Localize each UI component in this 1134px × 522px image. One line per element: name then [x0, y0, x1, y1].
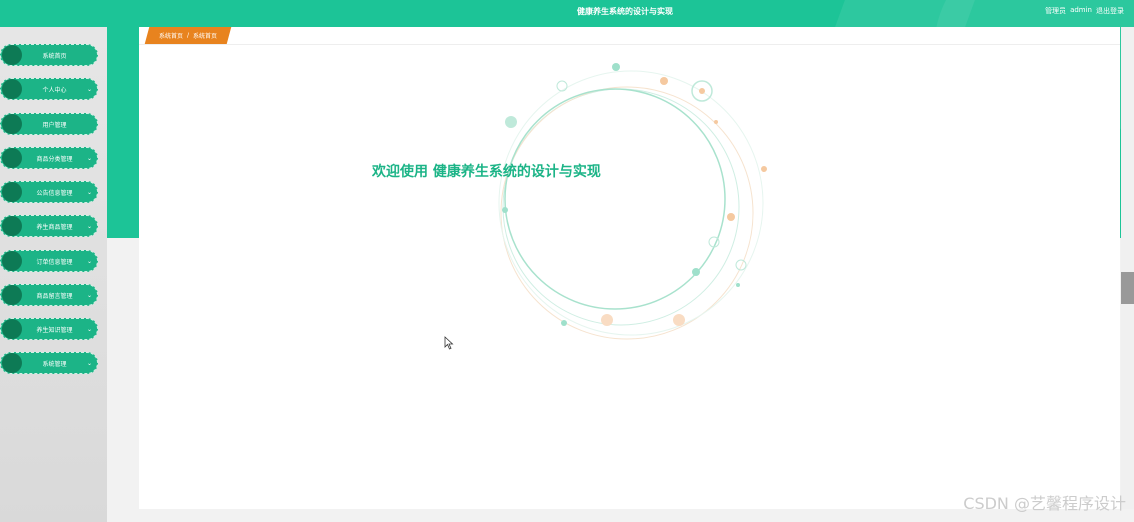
menu-dot-icon: [2, 182, 22, 202]
menu-dot-icon: [2, 45, 22, 65]
sidebar-item-home[interactable]: 系统首页: [0, 44, 98, 66]
chevron-down-icon: ⌄: [87, 257, 93, 265]
sidebar-item-knowledge-management[interactable]: 养生知识管理 ⌄: [0, 318, 98, 340]
menu-dot-icon: [2, 79, 22, 99]
user-role: 管理员: [1045, 7, 1067, 15]
header-user-area: 管理员 admin 退出登录: [1045, 6, 1124, 16]
chevron-down-icon: ⌄: [87, 291, 93, 299]
main-content: 系统首页 / 系统首页: [139, 27, 1120, 509]
sidebar-item-product-management[interactable]: 养生商品管理 ⌄: [0, 215, 98, 237]
sidebar-item-label: 商品留言管理: [36, 292, 73, 300]
sidebar-item-personal-center[interactable]: 个人中心 ⌄: [0, 78, 98, 100]
menu-dot-icon: [2, 353, 22, 373]
sidebar-item-label: 公告信息管理: [36, 189, 73, 197]
user-name: admin: [1070, 6, 1092, 14]
chevron-down-icon: ⌄: [87, 154, 93, 162]
logout-link[interactable]: 退出登录: [1096, 6, 1124, 16]
app-title: 健康养生系统的设计与实现: [577, 7, 673, 16]
welcome-text: 欢迎使用 健康养生系统的设计与实现: [372, 164, 601, 180]
sidebar-item-label: 个人中心: [42, 86, 67, 94]
welcome-decoration: [498, 63, 767, 340]
sidebar-item-notice-management[interactable]: 公告信息管理 ⌄: [0, 181, 98, 203]
sidebar-item-label: 养生知识管理: [36, 326, 73, 334]
watermark: CSDN @艺馨程序设计: [963, 494, 1126, 513]
mouse-cursor-icon: [444, 336, 454, 350]
chevron-down-icon: ⌄: [87, 325, 93, 333]
sidebar-item-label: 养生商品管理: [36, 223, 73, 231]
sidebar: 系统首页 个人中心 ⌄ 用户管理 商品分类管理 ⌄ 公告信息管理 ⌄ 养生商品管…: [0, 27, 107, 522]
menu-dot-icon: [2, 148, 22, 168]
sidebar-item-label: 系统管理: [42, 360, 67, 368]
sidebar-item-user-management[interactable]: 用户管理: [0, 113, 98, 135]
chevron-down-icon: ⌄: [87, 222, 93, 230]
menu-dot-icon: [2, 285, 22, 305]
menu-dot-icon: [2, 251, 22, 271]
scrollbar-thumb[interactable]: [1121, 272, 1134, 304]
sidebar-item-label: 用户管理: [42, 121, 67, 129]
sidebar-item-label: 商品分类管理: [36, 155, 73, 163]
menu-dot-icon: [2, 216, 22, 236]
sidebar-item-system-management[interactable]: 系统管理 ⌄: [0, 352, 98, 374]
scrollbar[interactable]: [1121, 27, 1134, 509]
sidebar-item-order-management[interactable]: 订单信息管理 ⌄: [0, 250, 98, 272]
menu-dot-icon: [2, 114, 22, 134]
menu-dot-icon: [2, 319, 22, 339]
chevron-down-icon: ⌄: [87, 359, 93, 367]
sidebar-item-category-management[interactable]: 商品分类管理 ⌄: [0, 147, 98, 169]
chevron-down-icon: ⌄: [87, 85, 93, 93]
header: 健康养生系统的设计与实现 管理员 admin 退出登录: [0, 0, 1134, 24]
chevron-down-icon: ⌄: [87, 188, 93, 196]
sidebar-item-label: 系统首页: [42, 52, 67, 60]
sidebar-item-label: 订单信息管理: [36, 258, 73, 266]
sidebar-item-comment-management[interactable]: 商品留言管理 ⌄: [0, 284, 98, 306]
